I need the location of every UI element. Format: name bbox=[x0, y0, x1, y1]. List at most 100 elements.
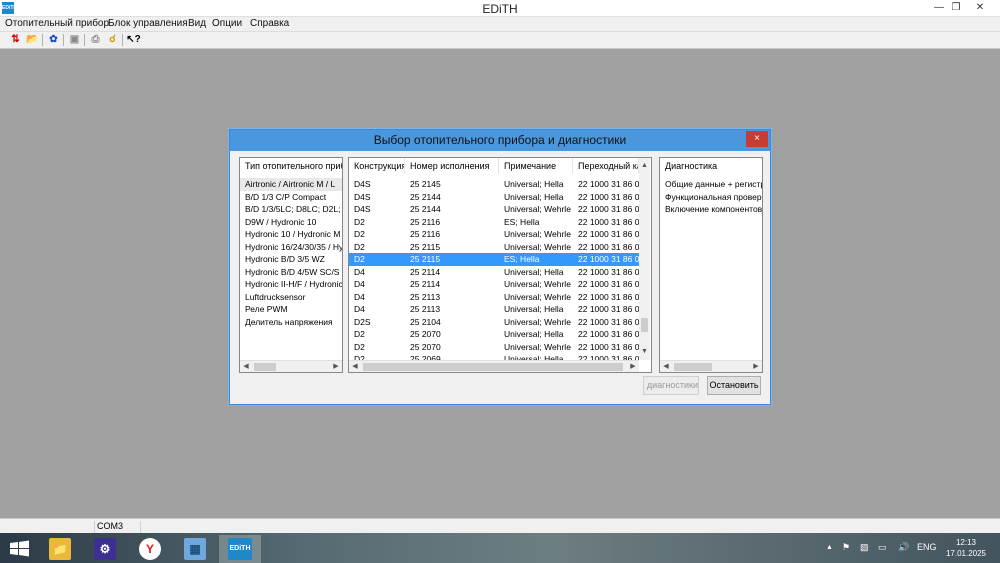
device-list-hscroll[interactable]: ◀ ▶ bbox=[240, 360, 342, 372]
cell-note: Universal; Hella bbox=[504, 179, 564, 189]
cell-adapter-cable: 22 1000 31 86 00 bbox=[578, 241, 639, 252]
scroll-thumb[interactable] bbox=[254, 363, 276, 371]
col-header-variant-number[interactable]: Номер исполнения bbox=[405, 158, 499, 174]
cell-variant-number: 25 2070 bbox=[410, 329, 441, 339]
variant-table-hscroll[interactable]: ◀ ▶ bbox=[349, 360, 639, 372]
updown-arrows-icon[interactable]: ⇅ bbox=[8, 33, 23, 47]
clock-time: 12:13 bbox=[955, 538, 976, 547]
device-list-item[interactable]: Hydronic B/D 3/5 WZ bbox=[240, 253, 342, 266]
language-indicator[interactable]: ENG bbox=[917, 542, 937, 552]
device-list-item[interactable]: Hydronic 10 / Hydronic M / M-II bbox=[240, 228, 342, 241]
cell-variant-number: 25 2144 bbox=[410, 191, 441, 202]
scroll-right-icon[interactable]: ▶ bbox=[750, 361, 762, 372]
dialog-close-button[interactable]: × bbox=[746, 131, 768, 147]
table-row[interactable]: D4 25 2114 Universal; Wehrle 22 1000 31 86 … bbox=[349, 278, 639, 291]
device-list-item[interactable]: Luftdrucksensor bbox=[240, 291, 342, 304]
table-row[interactable]: D2 25 2070 Universal; Hella 22 1000 31 86 0… bbox=[349, 328, 639, 341]
network-signal-icon[interactable]: ▭ bbox=[878, 542, 887, 553]
table-row[interactable]: D2S 25 2104 Universal; Wehrle 22 1000 31 86… bbox=[349, 316, 639, 329]
table-row[interactable]: D4S 25 2144 Universal; Wehrle 22 1000 31 86… bbox=[349, 203, 639, 216]
scroll-right-icon[interactable]: ▶ bbox=[330, 361, 342, 372]
diagnostics-list-item[interactable]: Включение компонентов bbox=[660, 203, 762, 216]
start-button[interactable] bbox=[0, 535, 40, 563]
device-list-item[interactable]: D9W / Hydronic 10 bbox=[240, 216, 342, 229]
settings-taskbar-button[interactable]: ⚙ bbox=[85, 535, 125, 563]
diagnostics-list-header[interactable]: Диагностика bbox=[660, 158, 762, 174]
scroll-left-icon[interactable]: ◀ bbox=[349, 361, 361, 372]
table-row[interactable]: D4 25 2113 Universal; Hella 22 1000 31 86 0… bbox=[349, 303, 639, 316]
volume-icon[interactable]: 🔊 bbox=[898, 542, 909, 553]
scroll-thumb[interactable] bbox=[363, 363, 623, 371]
col-header-adapter-cable[interactable]: Переходный кабель bbox=[573, 158, 639, 174]
table-row[interactable]: D2 25 2116 ES; Hella 22 1000 31 86 00 bbox=[349, 216, 639, 229]
cell-note: Universal; Wehrle bbox=[504, 341, 571, 352]
save-disk-icon[interactable]: ▣ bbox=[67, 33, 82, 47]
table-row[interactable]: D2 25 2115 Universal; Wehrle 22 1000 31 86 … bbox=[349, 241, 639, 254]
device-type-list[interactable]: Тип отопительного прибора Airtronic / Ai… bbox=[239, 157, 343, 373]
scroll-left-icon[interactable]: ◀ bbox=[240, 361, 252, 372]
diagnostics-list-item[interactable]: Функциональная проверка bbox=[660, 191, 762, 204]
close-window-button[interactable]: ✕ bbox=[968, 0, 992, 16]
menu-options[interactable]: Опции bbox=[212, 18, 242, 29]
scroll-thumb[interactable] bbox=[674, 363, 712, 371]
system-clock[interactable]: 12:13 17.01.2025 bbox=[946, 537, 986, 559]
diagnostics-list[interactable]: Диагностика Общие данные + регистратор Фу… bbox=[659, 157, 763, 373]
stop-button[interactable]: Остановить bbox=[707, 376, 761, 395]
table-row[interactable]: D2 25 2116 Universal; Wehrle 22 1000 31 86 … bbox=[349, 228, 639, 241]
device-list-item-label: Реле PWM bbox=[245, 304, 288, 314]
table-row[interactable]: D2 25 2070 Universal; Wehrle 22 1000 31 86 … bbox=[349, 341, 639, 354]
table-row[interactable]: D4S 25 2144 Universal; Hella 22 1000 31 86 … bbox=[349, 191, 639, 204]
key-icon[interactable]: ☌ bbox=[105, 33, 120, 47]
diagnostics-list-item[interactable]: Общие данные + регистратор bbox=[660, 178, 762, 191]
yandex-browser-icon: Y bbox=[139, 538, 161, 560]
device-list-item[interactable]: Airtronic / Airtronic M / L bbox=[240, 178, 342, 191]
col-header-construction[interactable]: Конструкция bbox=[349, 158, 405, 174]
scroll-down-icon[interactable]: ▼ bbox=[639, 346, 650, 357]
scroll-right-icon[interactable]: ▶ bbox=[627, 361, 639, 372]
table-row[interactable]: D4S 25 2145 Universal; Hella 22 1000 31 86 … bbox=[349, 178, 639, 191]
table-row[interactable]: D2 25 2115 ES; Hella 22 1000 31 86 00 bbox=[349, 253, 639, 266]
scroll-thumb[interactable] bbox=[641, 318, 648, 332]
device-list-item[interactable]: Реле PWM bbox=[240, 303, 342, 316]
variant-table-vscroll[interactable]: ▲ ▼ bbox=[639, 158, 650, 360]
menu-help[interactable]: Справка bbox=[250, 18, 289, 29]
open-folder-icon[interactable]: 📂 bbox=[25, 33, 40, 47]
menu-control-unit[interactable]: Блок управления bbox=[108, 18, 188, 29]
edith-taskbar-button[interactable]: EDiTH bbox=[219, 535, 261, 563]
device-list-item[interactable]: B/D 1/3 C/P Compact bbox=[240, 191, 342, 204]
control-panel-taskbar-button[interactable]: ▦ bbox=[175, 535, 215, 563]
action-center-flag-icon[interactable]: ⚑ bbox=[842, 542, 850, 553]
device-list-item[interactable]: Hydronic B/D 4/5W SC/S bbox=[240, 266, 342, 279]
diagnostics-list-hscroll[interactable]: ◀ ▶ bbox=[660, 360, 762, 372]
device-list-item[interactable]: B/D 1/3/5LC; D8LC; D2L; D5L bbox=[240, 203, 342, 216]
cell-construction: D4S bbox=[354, 179, 371, 189]
device-list-item[interactable]: Hydronic II-H/F / Hydronic II bbox=[240, 278, 342, 291]
scroll-up-icon[interactable]: ▲ bbox=[639, 160, 650, 171]
device-list-item-label: B/D 1/3/5LC; D8LC; D2L; D5L bbox=[245, 204, 342, 214]
device-list-item[interactable]: Hydronic 16/24/30/35 / Hydronic L bbox=[240, 241, 342, 254]
menu-view[interactable]: Вид bbox=[188, 18, 206, 29]
help-arrow-icon[interactable]: ↖? bbox=[126, 33, 141, 47]
toolbar-separator bbox=[122, 34, 123, 46]
scroll-left-icon[interactable]: ◀ bbox=[660, 361, 672, 372]
print-icon[interactable]: ⎙ bbox=[88, 33, 103, 47]
device-list-item-label: Hydronic B/D 3/5 WZ bbox=[245, 254, 325, 264]
restore-button[interactable]: ❐ bbox=[944, 0, 968, 16]
device-icon[interactable]: ▧ bbox=[860, 542, 869, 553]
menu-heater[interactable]: Отопительный прибор bbox=[5, 18, 109, 29]
clock-date: 17.01.2025 bbox=[945, 549, 986, 558]
col-header-note[interactable]: Примечание bbox=[499, 158, 573, 174]
settings-gear-icon: ⚙ bbox=[94, 538, 116, 560]
diagnostics-item-label: Общие данные + регистратор bbox=[665, 179, 762, 189]
aircraft-icon[interactable]: ✿ bbox=[46, 33, 61, 47]
device-list-item[interactable]: Делитель напряжения bbox=[240, 316, 342, 329]
variant-table[interactable]: Конструкция Номер исполнения Примечание … bbox=[348, 157, 652, 373]
start-diagnostics-button[interactable]: Пуск диагностики bbox=[643, 376, 699, 395]
cell-construction: D4 bbox=[354, 266, 365, 277]
yandex-browser-taskbar-button[interactable]: Y bbox=[130, 535, 170, 563]
show-hidden-icons-icon[interactable]: ▲ bbox=[826, 544, 833, 551]
device-list-header[interactable]: Тип отопительного прибора bbox=[240, 158, 342, 174]
table-row[interactable]: D4 25 2113 Universal; Wehrle 22 1000 31 86 … bbox=[349, 291, 639, 304]
file-explorer-taskbar-button[interactable]: 📁 bbox=[40, 535, 80, 563]
table-row[interactable]: D4 25 2114 Universal; Hella 22 1000 31 86 0… bbox=[349, 266, 639, 279]
